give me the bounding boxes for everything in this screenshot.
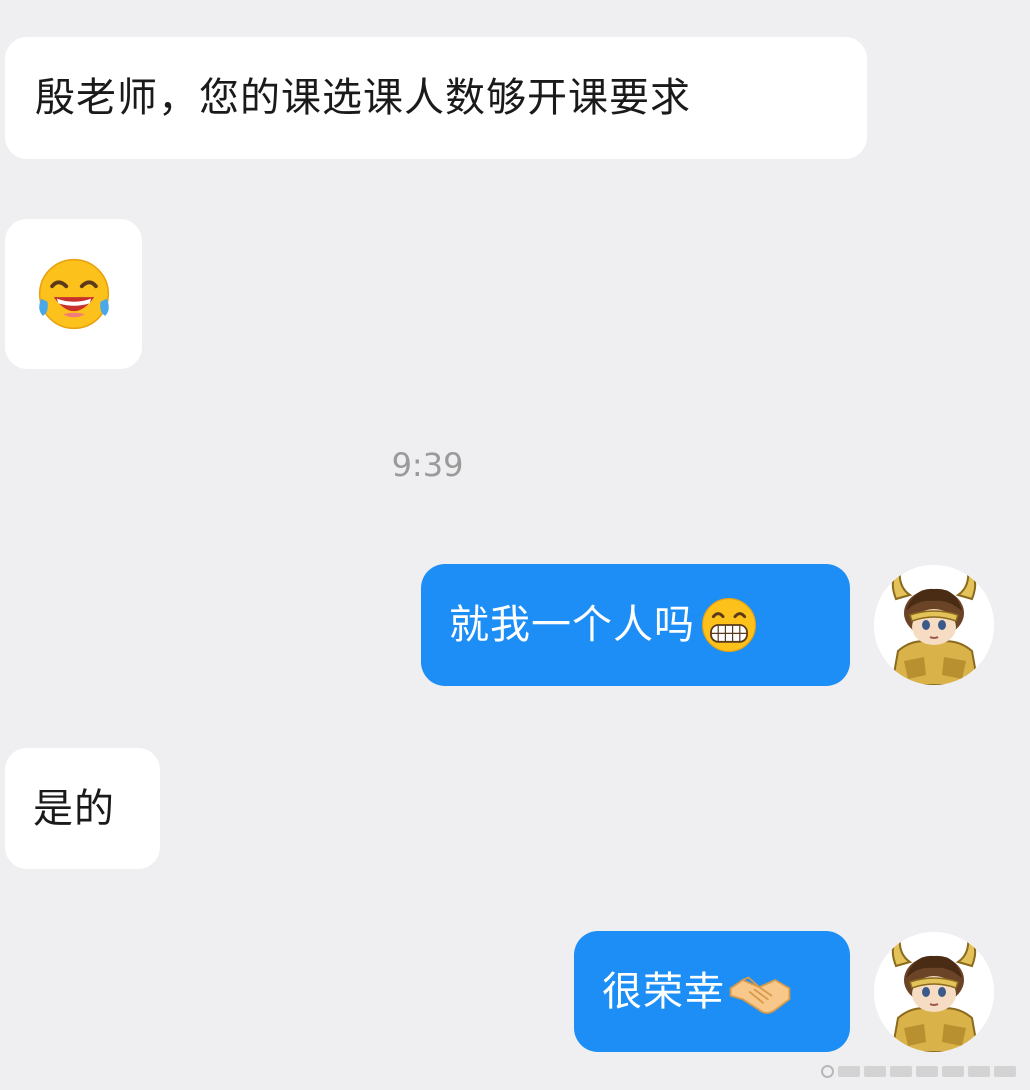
message-text: 是的 <box>33 785 115 832</box>
watermark-logo-icon <box>821 1065 834 1078</box>
message-bubble-outgoing[interactable]: 很荣幸 <box>574 931 850 1052</box>
message-bubble-incoming[interactable]: 是的 <box>5 748 160 869</box>
message-text: 殷老师，您的课选课人数够开课要求 <box>35 75 691 121</box>
message-timestamp: 9:39 <box>391 446 464 484</box>
message-bubble-incoming[interactable]: 殷老师，您的课选课人数够开课要求 <box>5 37 867 159</box>
anime-gold-armor-avatar-icon <box>874 932 994 1052</box>
weibo-watermark-icon <box>821 1065 1016 1078</box>
user-avatar[interactable] <box>874 565 994 685</box>
message-bubble-outgoing[interactable]: 就我一个人吗 <box>421 564 850 686</box>
message-text: 就我一个人吗 <box>449 602 695 648</box>
message-text: 很荣幸 <box>602 968 725 1015</box>
user-avatar[interactable] <box>874 932 994 1052</box>
handshake-emoji <box>729 976 791 1014</box>
anime-gold-armor-avatar-icon <box>874 565 994 685</box>
tears-of-joy-emoji <box>38 258 109 330</box>
message-bubble-incoming[interactable] <box>5 219 142 369</box>
grinning-emoji <box>702 598 756 652</box>
